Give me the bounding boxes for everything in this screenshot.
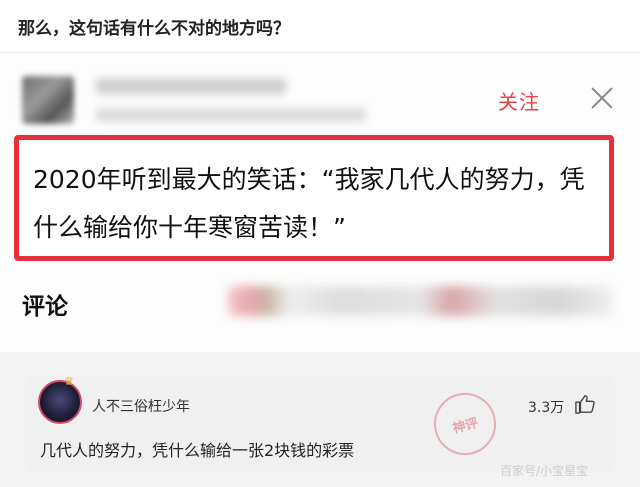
blurred-reactions-strip xyxy=(228,286,613,316)
follow-button[interactable]: 关注 xyxy=(498,86,540,115)
crown-icon: ♛ xyxy=(64,375,74,388)
blurred-avatar[interactable] xyxy=(22,76,74,124)
comments-label[interactable]: 评论 xyxy=(22,287,68,321)
quote-text: 2020年听到最大的笑话：“我家几代人的努力，凭什么输给你十年寒窗苦读！” xyxy=(33,165,585,242)
comment-text: 几代人的努力，凭什么输给一张2块钱的彩票 xyxy=(40,441,355,460)
comment-username[interactable]: 人不三俗枉少年 xyxy=(92,396,190,416)
close-icon[interactable] xyxy=(588,84,616,112)
blurred-author-name xyxy=(96,78,286,94)
likes-count: 3.3万 xyxy=(528,400,565,416)
blurred-author-meta xyxy=(96,108,366,122)
thumbs-up-icon[interactable] xyxy=(574,394,596,414)
watermark: 百家号/小宝星宝 xyxy=(500,464,589,478)
highlighted-quote-box: 2020年听到最大的笑话：“我家几代人的努力，凭什么输给你十年寒窗苦读！” xyxy=(14,135,614,261)
question-text: 那么，这句话有什么不对的地方吗？ xyxy=(18,19,290,39)
